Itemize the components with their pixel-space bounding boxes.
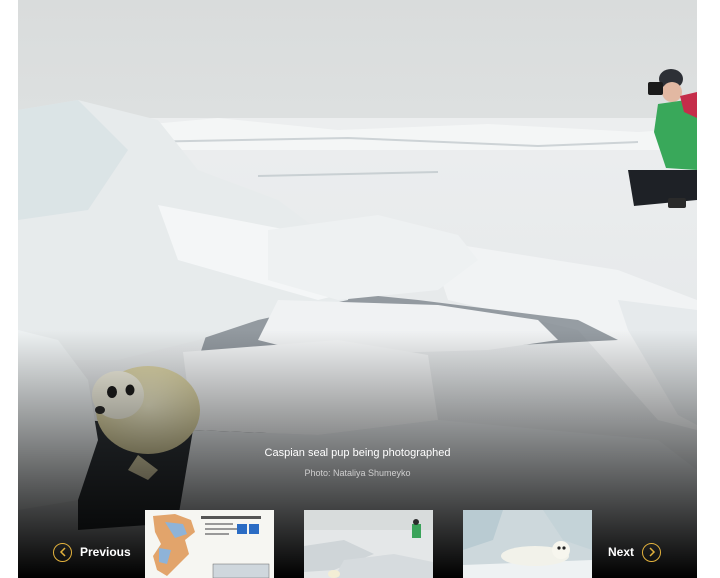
- previous-button[interactable]: Previous: [53, 541, 131, 563]
- thumbnail-seal-pup[interactable]: [463, 510, 592, 578]
- map-image: [145, 510, 274, 578]
- main-photo: [18, 0, 697, 578]
- thumbnail-photographer[interactable]: [304, 510, 433, 578]
- chevron-left-icon: [53, 542, 72, 562]
- previous-label: Previous: [80, 545, 131, 559]
- photo-credit: Photo: Nataliya Shumeyko: [304, 468, 411, 478]
- photo-image: [463, 510, 592, 578]
- next-button[interactable]: Next: [608, 541, 662, 563]
- slideshow: Caspian seal pup being photographed Phot…: [18, 0, 697, 578]
- chevron-right-icon: [642, 542, 662, 562]
- next-label: Next: [608, 545, 635, 559]
- photo-caption: Caspian seal pup being photographed: [264, 447, 451, 459]
- thumbnail-map[interactable]: [145, 510, 274, 578]
- photo-image: [304, 510, 433, 578]
